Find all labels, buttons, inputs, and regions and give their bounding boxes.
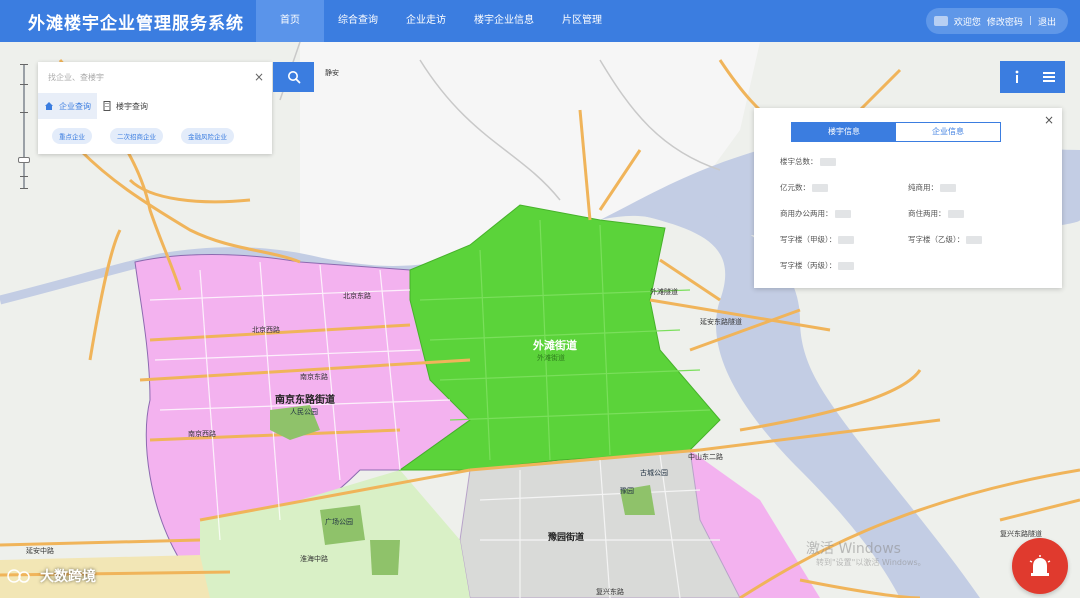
label-yuyuan-garden: 豫园 [620, 487, 634, 495]
redacted-value [838, 261, 855, 270]
tag-key-enterprises[interactable]: 重点企业 [52, 128, 92, 144]
zoom-tick [20, 112, 28, 113]
tag-financial-risk[interactable]: 金融风险企业 [181, 128, 234, 144]
user-box: 欢迎您 修改密码 | 退出 [925, 8, 1068, 34]
label-nanjing-west-road: 南京西路 [188, 430, 216, 438]
redacted-value [838, 235, 855, 244]
search-panel: × 企业查询 楼宇查询 重点企业 二次招商企业 金融风险企业 [38, 62, 272, 154]
nav-area-management[interactable]: 片区管理 [548, 0, 616, 42]
building-query-label: 楼宇查询 [116, 101, 148, 111]
field-commercial-office-label: 商用办公两用： [780, 209, 833, 218]
zoom-tick [20, 188, 28, 189]
info-tabs: 楼宇信息 企业信息 [791, 122, 1001, 142]
redacted-value [834, 209, 851, 218]
redacted-value [940, 183, 956, 192]
windows-activation-watermark: 激活 Windows [806, 541, 901, 557]
home-icon [45, 102, 53, 110]
wechat-watermark: 大数跨境 [6, 566, 96, 586]
label-guangchang-park: 广场公园 [325, 518, 353, 526]
nav-building-enterprise-info[interactable]: 楼宇企业信息 [460, 0, 548, 42]
search-row: × [38, 62, 272, 92]
field-commercial-residential: 商住两用： [908, 208, 964, 219]
redacted-value [966, 235, 983, 244]
tab-enterprise-info[interactable]: 企业信息 [896, 123, 1000, 141]
clear-search-icon[interactable]: × [254, 70, 264, 84]
enterprise-query-label: 企业查询 [59, 101, 91, 111]
label-fuxing-east-road: 复兴东路 [596, 588, 624, 596]
field-yiyuan: 亿元数： [780, 182, 828, 193]
search-button[interactable] [273, 62, 314, 92]
label-jingan: 静安 [325, 69, 339, 77]
main-nav: 首页 综合查询 企业走访 楼宇企业信息 片区管理 [256, 0, 616, 42]
field-total-label: 楼宇总数： [780, 157, 818, 166]
label-gucheng-park: 古城公园 [640, 469, 668, 477]
zoom-thumb[interactable] [18, 157, 30, 163]
label-huaihai-middle-road: 淮海中路 [300, 555, 328, 563]
field-total-buildings: 楼宇总数： [780, 156, 836, 167]
redacted-value [819, 157, 836, 166]
label-nanjing-east-road: 南京东路 [300, 373, 328, 381]
search-mode-tabs: 企业查询 楼宇查询 [38, 92, 272, 120]
search-input[interactable] [48, 72, 238, 82]
redacted-value [947, 209, 964, 218]
search-icon [287, 71, 300, 84]
label-waitan-sub: 外滩街道 [537, 354, 565, 362]
alarm-siren-icon [1029, 555, 1051, 576]
close-panel-icon[interactable]: × [1044, 113, 1054, 127]
field-office-b-label: 写字楼（乙级）： [908, 235, 965, 244]
zoom-tick [20, 64, 28, 65]
enterprise-query-tab[interactable]: 企业查询 [38, 93, 97, 119]
label-waitan: 外滩街道 [533, 339, 577, 352]
info-toggle-button[interactable] [1000, 61, 1033, 93]
field-office-grade-a: 写字楼（甲级）： [780, 234, 855, 245]
field-office-a-label: 写字楼（甲级）： [780, 235, 837, 244]
welcome-text: 欢迎您 [953, 17, 981, 28]
username-redacted [933, 16, 948, 26]
label-waitan-tunnel: 外滩隧道 [650, 288, 678, 296]
field-pure-commercial: 纯商用： [908, 182, 956, 193]
wechat-watermark-text: 大数跨境 [40, 569, 96, 585]
top-navigation-bar: 外滩楼宇企业管理服务系统 首页 综合查询 企业走访 楼宇企业信息 片区管理 欢迎… [0, 0, 1080, 42]
nav-home[interactable]: 首页 [256, 0, 324, 42]
user-separator: | [1028, 16, 1032, 26]
label-yuyuan-subdistrict: 豫园街道 [548, 533, 585, 543]
field-office-c-label: 写字楼（丙级）： [780, 261, 837, 270]
menu-icon [1042, 72, 1055, 82]
label-peoples-park: 人民公园 [290, 408, 318, 416]
info-icon [1015, 70, 1018, 83]
tag-secondary-investment[interactable]: 二次招商企业 [110, 128, 163, 144]
zoom-tick [20, 176, 28, 177]
filter-tags: 重点企业 二次招商企业 金融风险企业 [38, 120, 272, 144]
building-query-tab[interactable]: 楼宇查询 [97, 93, 154, 119]
app-title: 外滩楼宇企业管理服务系统 [28, 13, 244, 34]
zoom-slider[interactable] [18, 64, 30, 194]
label-beijing-east-road: 北京东路 [343, 292, 371, 300]
tab-building-info[interactable]: 楼宇信息 [792, 123, 896, 141]
alarm-button[interactable] [1012, 538, 1068, 594]
menu-button[interactable] [1032, 61, 1065, 93]
change-password-link[interactable]: 修改密码 [987, 15, 1023, 28]
nav-comprehensive-query[interactable]: 综合查询 [324, 0, 392, 42]
field-office-grade-c: 写字楼（丙级）： [780, 260, 855, 271]
building-info-panel: × 楼宇信息 企业信息 楼宇总数： 亿元数： 纯商用： 商用办公两用： 商住两用… [754, 108, 1062, 288]
building-icon [103, 101, 111, 111]
nav-enterprise-visits[interactable]: 企业走访 [392, 0, 460, 42]
zoom-tick [20, 84, 28, 85]
label-yanan-east-tunnel: 延安东路隧道 [700, 318, 742, 326]
label-beijing-west-road: 北京西路 [252, 326, 280, 334]
field-office-grade-b: 写字楼（乙级）： [908, 234, 983, 245]
field-commercial-office: 商用办公两用： [780, 208, 851, 219]
wechat-logo-icon [7, 569, 30, 583]
redacted-value [812, 183, 828, 192]
zoom-track [23, 64, 25, 189]
field-commercial-residential-label: 商住两用： [908, 209, 946, 218]
label-zhongshan-east-2nd-road: 中山东二路 [688, 453, 723, 461]
windows-activation-hint: 转到"设置"以激活 Windows。 [816, 558, 926, 567]
field-pure-commercial-label: 纯商用： [908, 183, 938, 192]
logout-link[interactable]: 退出 [1038, 15, 1056, 28]
label-yanan-middle-road: 延安中路 [26, 547, 54, 555]
field-yiyuan-label: 亿元数： [780, 183, 810, 192]
label-nanjing-road-subdistrict: 南京东路街道 [275, 395, 335, 406]
